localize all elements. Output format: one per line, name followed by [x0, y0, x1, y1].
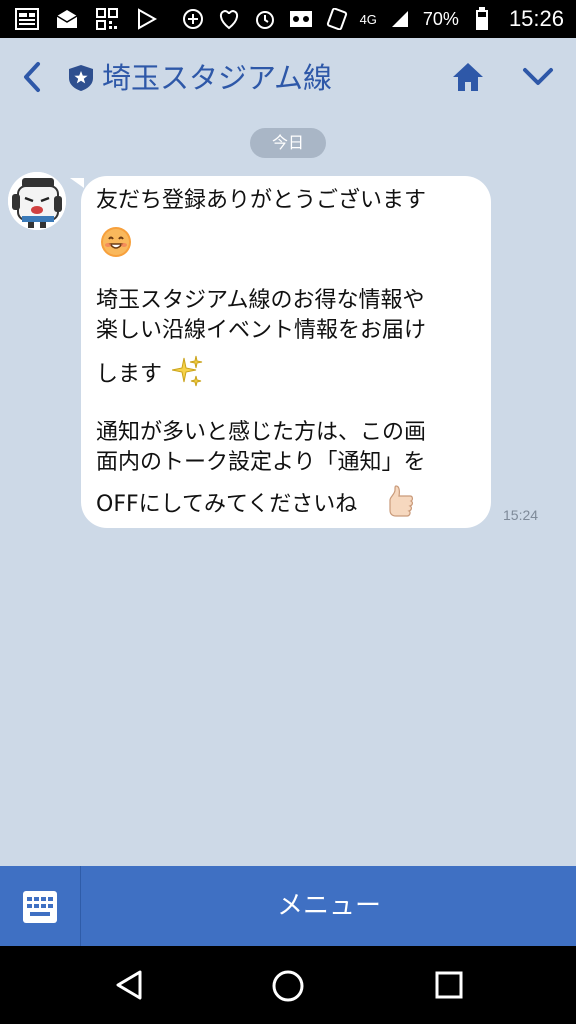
heart-signal-icon: [216, 6, 242, 32]
play-store-icon: [134, 6, 160, 32]
menu-toggle-button[interactable]: [520, 62, 556, 92]
chevron-down-icon: [523, 68, 553, 85]
battery-percent: 70%: [422, 8, 459, 29]
system-nav-bar: [0, 946, 576, 1024]
bubble-tail: [70, 178, 84, 188]
message-line-1: 友だち登録ありがとうございます: [96, 188, 427, 213]
nav-back-button[interactable]: [112, 968, 146, 1002]
mail-icon: [54, 6, 80, 32]
date-separator: 今日: [250, 128, 326, 158]
avatar[interactable]: [8, 172, 66, 230]
news-icon: [14, 6, 40, 32]
status-right-icons: 4G 70% 15:26: [180, 0, 564, 38]
message-line-7: 面内のトーク設定より「通知」を: [96, 450, 426, 475]
message-timestamp: 15:24: [503, 507, 539, 523]
thumbs-up-emoji: [386, 484, 414, 522]
triangle-back-icon: [116, 970, 142, 1000]
chat-header: 埼玉スタジアム線: [0, 38, 576, 116]
status-left-icons: [14, 6, 160, 32]
official-account-badge-icon: [68, 64, 94, 92]
rich-menu-toggle[interactable]: メニュー: [82, 866, 576, 946]
battery-icon: [469, 6, 495, 32]
nav-recents-button[interactable]: [434, 970, 464, 1000]
clock: 15:26: [508, 6, 564, 31]
keyboard-button[interactable]: [0, 866, 81, 946]
sparkles-emoji: [171, 354, 204, 392]
nav-home-button[interactable]: [270, 968, 306, 1004]
message-line-3: 埼玉スタジアム線のお得な情報や: [96, 288, 425, 313]
square-recents-icon: [435, 971, 463, 999]
smile-emoji: [100, 226, 132, 262]
keyboard-icon: [23, 891, 57, 923]
chat-title: 埼玉スタジアム線: [102, 61, 332, 95]
alarm-icon: [252, 6, 278, 32]
home-icon: [453, 63, 483, 91]
voicemail-icon: [288, 6, 314, 32]
message-line-4: 楽しい沿線イベント情報をお届け: [96, 318, 427, 343]
status-bar: 4G 70% 15:26: [0, 0, 576, 38]
network-type: 4G: [359, 11, 377, 27]
bottom-menu-bar: メニュー: [0, 866, 576, 946]
qr-code-icon: [94, 6, 120, 32]
data-saver-icon: [180, 6, 206, 32]
message-line-8: OFFにしてみてくださいね: [96, 492, 358, 517]
mascot-avatar-icon: [8, 172, 66, 230]
signal-icon: [387, 6, 413, 32]
nfc-icon: [324, 6, 350, 32]
message-line-6: 通知が多いと感じた方は、この画: [96, 420, 427, 445]
back-arrow-icon: [24, 62, 40, 92]
circle-home-icon: [272, 970, 304, 1002]
message-line-5: します: [96, 362, 163, 387]
home-button[interactable]: [450, 60, 486, 94]
back-button[interactable]: [16, 58, 50, 96]
